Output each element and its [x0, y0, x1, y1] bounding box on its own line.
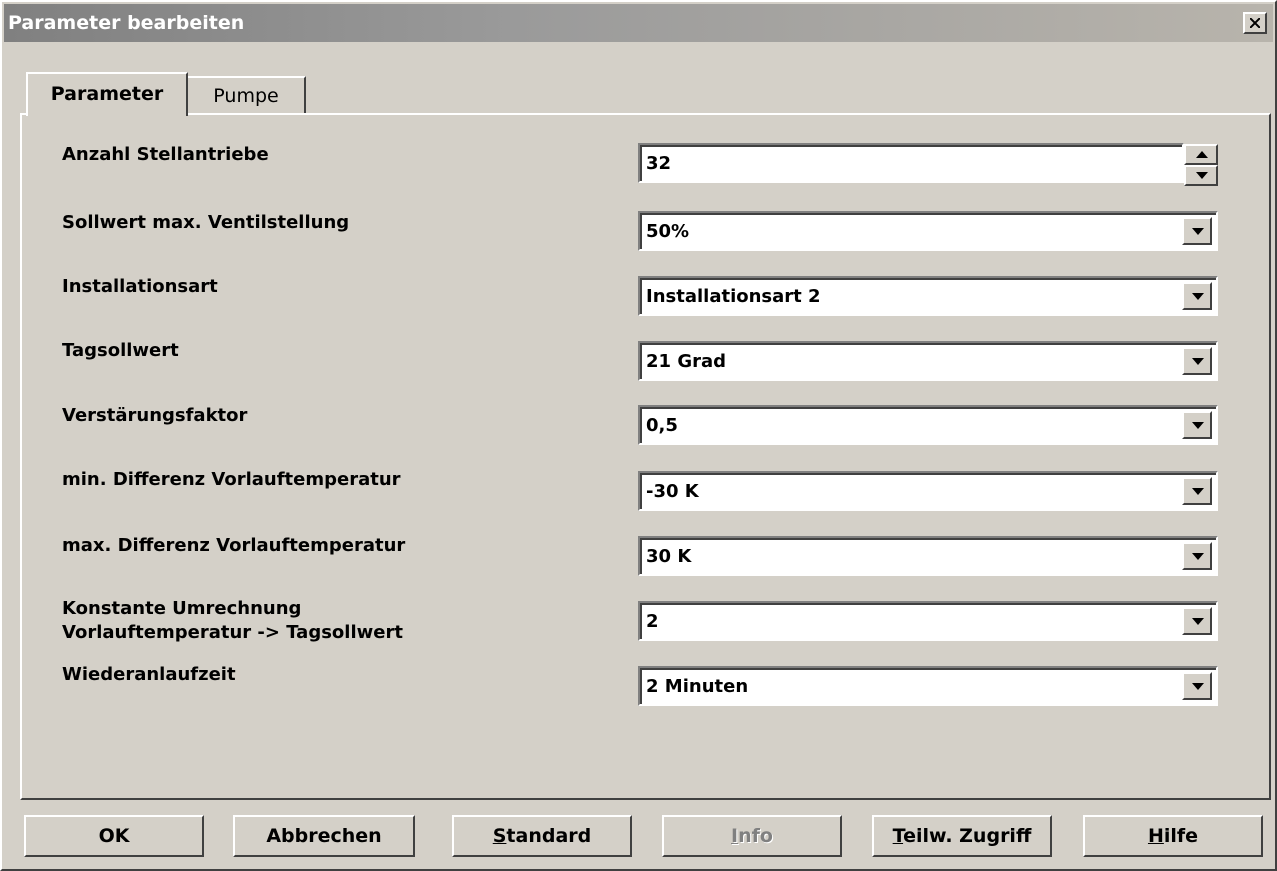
- installationsart-dropdown[interactable]: Installationsart 2: [638, 276, 1218, 316]
- dropdown-value: 50%: [646, 221, 690, 242]
- close-icon: [1250, 18, 1260, 28]
- param-label-anzahl-stellantriebe: Anzahl Stellantriebe: [62, 144, 269, 165]
- ok-button[interactable]: OK: [24, 815, 204, 857]
- dropdown-button[interactable]: [1182, 477, 1212, 505]
- cancel-button[interactable]: Abbrechen: [233, 815, 415, 857]
- chevron-down-icon: [1192, 422, 1204, 429]
- param-label-line1: Konstante Umrechnung: [62, 598, 302, 619]
- hilfe-label-rest: ilfe: [1163, 825, 1199, 847]
- standard-label-rest: tandard: [506, 825, 592, 847]
- mnemonic-t: T: [892, 825, 904, 847]
- max-differenz-vorlauftemperatur-dropdown[interactable]: 30 K: [638, 536, 1218, 576]
- param-label-wiederanlaufzeit: Wiederanlaufzeit: [62, 664, 236, 685]
- param-label-installationsart: Installationsart: [62, 276, 218, 297]
- window-title: Parameter bearbeiten: [8, 12, 245, 34]
- dropdown-value: -30 K: [646, 481, 699, 502]
- close-button[interactable]: [1243, 12, 1267, 34]
- arrow-up-icon: [1196, 151, 1208, 158]
- info-button[interactable]: Info: [662, 815, 842, 857]
- sollwert-max-ventilstellung-dropdown[interactable]: 50%: [638, 211, 1218, 251]
- teilw-zugriff-button[interactable]: Teilw. Zugriff: [872, 815, 1052, 857]
- wiederanlaufzeit-dropdown[interactable]: 2 Minuten: [638, 666, 1218, 706]
- dropdown-value: 2: [646, 611, 659, 632]
- title-bar[interactable]: Parameter bearbeiten: [4, 4, 1273, 42]
- tagsollwert-dropdown[interactable]: 21 Grad: [638, 341, 1218, 381]
- dropdown-value: 2 Minuten: [646, 676, 749, 697]
- arrow-down-icon: [1196, 172, 1208, 179]
- dropdown-button[interactable]: [1182, 607, 1212, 635]
- chevron-down-icon: [1192, 293, 1204, 300]
- info-label-rest: nfo: [738, 825, 773, 847]
- param-label-konstante-umrechnung: Konstante Umrechnung Vorlauftemperatur -…: [62, 597, 403, 645]
- dropdown-button[interactable]: [1182, 347, 1212, 375]
- dropdown-value: 21 Grad: [646, 351, 726, 372]
- chevron-down-icon: [1192, 553, 1204, 560]
- param-label-min-differenz-vorlauftemperatur: min. Differenz Vorlauftemperatur: [62, 469, 401, 490]
- chevron-down-icon: [1192, 618, 1204, 625]
- dropdown-button[interactable]: [1182, 282, 1212, 310]
- tab-parameter[interactable]: Parameter: [26, 72, 188, 116]
- verstaerungsfaktor-dropdown[interactable]: 0,5: [638, 405, 1218, 445]
- teilw-label-rest: eilw. Zugriff: [903, 825, 1032, 847]
- param-label-max-differenz-vorlauftemperatur: max. Differenz Vorlauftemperatur: [62, 535, 406, 556]
- chevron-down-icon: [1192, 683, 1204, 690]
- min-differenz-vorlauftemperatur-dropdown[interactable]: -30 K: [638, 471, 1218, 511]
- dropdown-button[interactable]: [1182, 411, 1212, 439]
- hilfe-button[interactable]: Hilfe: [1083, 815, 1263, 857]
- dropdown-button[interactable]: [1182, 217, 1212, 245]
- param-label-sollwert-max-ventilstellung: Sollwert max. Ventilstellung: [62, 212, 350, 233]
- param-label-line2: Vorlauftemperatur -> Tagsollwert: [62, 622, 403, 643]
- chevron-down-icon: [1192, 358, 1204, 365]
- mnemonic-h: H: [1147, 825, 1164, 847]
- dropdown-value: 30 K: [646, 546, 692, 567]
- dropdown-button[interactable]: [1182, 542, 1212, 570]
- field-value: 32: [646, 153, 672, 174]
- tab-pumpe[interactable]: Pumpe: [188, 76, 306, 114]
- spin-up-button[interactable]: [1184, 144, 1218, 165]
- spin-down-button[interactable]: [1184, 165, 1218, 186]
- param-label-verstaerungsfaktor: Verstärungsfaktor: [62, 405, 248, 426]
- chevron-down-icon: [1192, 488, 1204, 495]
- dropdown-button[interactable]: [1182, 672, 1212, 700]
- anzahl-stellantriebe-spinner[interactable]: [1184, 144, 1218, 186]
- konstante-umrechnung-dropdown[interactable]: 2: [638, 601, 1218, 641]
- standard-button[interactable]: Standard: [452, 815, 632, 857]
- param-label-tagsollwert: Tagsollwert: [62, 340, 179, 361]
- dropdown-value: Installationsart 2: [646, 286, 821, 307]
- dropdown-value: 0,5: [646, 415, 678, 436]
- chevron-down-icon: [1192, 228, 1204, 235]
- anzahl-stellantriebe-input[interactable]: 32: [638, 143, 1184, 183]
- mnemonic-s: S: [492, 825, 507, 847]
